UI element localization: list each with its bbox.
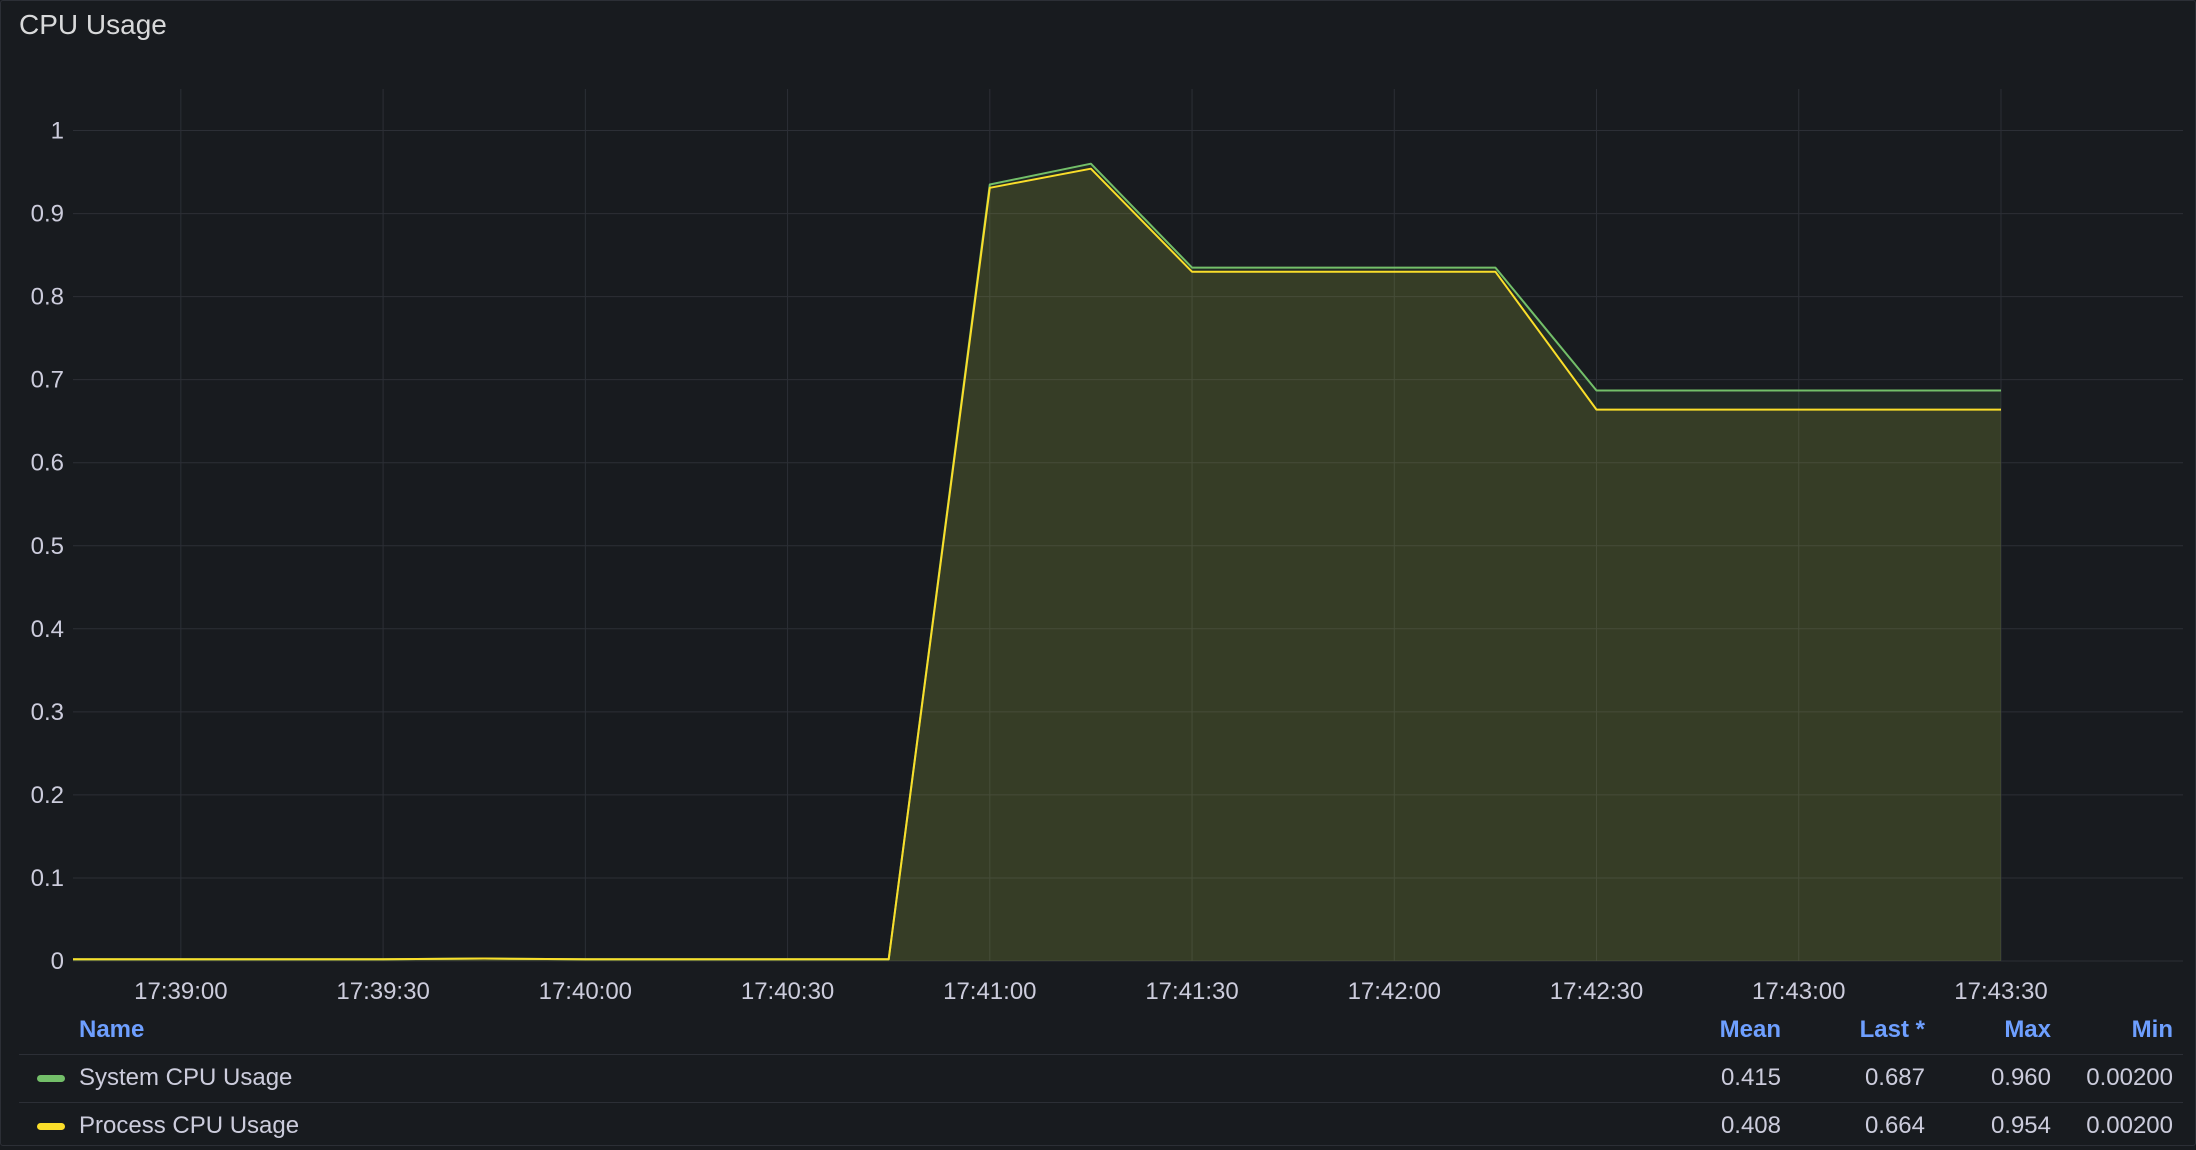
legend-header-mean[interactable]: Mean [1720, 1009, 1781, 1051]
x-tick-label: 17:40:30 [741, 978, 834, 1001]
x-tick-label: 17:41:00 [943, 978, 1036, 1001]
x-tick-label: 17:42:30 [1550, 978, 1643, 1001]
y-tick-label: 1 [51, 118, 64, 145]
x-tick-label: 17:43:00 [1752, 978, 1845, 1001]
x-axis-labels: 17:39:00 17:39:30 17:40:00 17:40:30 17:41:00… [134, 978, 2048, 1001]
chart-areas [73, 163, 2001, 961]
y-axis-labels: 0 0.1 0.2 0.3 0.4 0.5 0.6 0.7 0.8 0.9 1 [31, 118, 64, 975]
y-tick-label: 0.9 [31, 201, 64, 228]
legend-value-min: 0.00200 [2086, 1064, 2173, 1091]
legend-color-swatch [37, 1075, 65, 1082]
legend-series-name[interactable]: System CPU Usage [79, 1055, 292, 1101]
legend-row-process-cpu[interactable]: Process CPU Usage 0.408 0.664 0.954 0.00… [19, 1103, 2183, 1150]
legend-header-name[interactable]: Name [79, 1009, 144, 1051]
legend-header-max[interactable]: Max [2004, 1009, 2051, 1051]
y-tick-label: 0 [51, 948, 64, 975]
cpu-usage-chart[interactable]: 00.10.20.30.40.50.60.70.80.91 17:39:00 17… [1, 1, 2195, 1001]
y-tick-label: 0.4 [31, 616, 64, 643]
cpu-usage-panel: CPU Usage 0 0.1 0.2 0.3 0.4 0.5 0.6 0.7 0.8 0.9 1 … [0, 0, 2196, 1146]
legend-color-swatch [37, 1123, 65, 1130]
series-area-process-cpu [73, 168, 2001, 961]
y-tick-label: 0.7 [31, 367, 64, 394]
legend-header-min[interactable]: Min [2132, 1009, 2173, 1051]
y-tick-label: 0.5 [31, 533, 64, 560]
legend-value-last: 0.687 [1864, 1064, 1925, 1091]
y-tick-label: 0.6 [31, 450, 64, 477]
y-tick-label: 0.2 [31, 782, 64, 809]
y-tick-label: 0.1 [31, 865, 64, 892]
x-tick-label: 17:43:30 [1954, 978, 2047, 1001]
legend-series-name[interactable]: Process CPU Usage [79, 1103, 299, 1149]
legend-value-last: 0.664 [1864, 1112, 1925, 1139]
legend-value-mean: 0.415 [1720, 1064, 1781, 1091]
legend-value-max: 0.960 [1990, 1064, 2051, 1091]
legend-header-row: Name Mean Last * Max Min [19, 1009, 2183, 1055]
y-tick-label: 0.3 [31, 699, 64, 726]
legend-value-max: 0.954 [1990, 1112, 2051, 1139]
x-tick-label: 17:42:00 [1348, 978, 1441, 1001]
legend-row-system-cpu[interactable]: System CPU Usage 0.415 0.687 0.960 0.002… [19, 1055, 2183, 1103]
x-tick-label: 17:39:30 [336, 978, 429, 1001]
y-tick-label: 0.8 [31, 284, 64, 311]
x-tick-label: 17:40:00 [539, 978, 632, 1001]
legend-value-mean: 0.408 [1720, 1112, 1781, 1139]
x-tick-label: 17:39:00 [134, 978, 227, 1001]
x-tick-label: 17:41:30 [1145, 978, 1238, 1001]
legend-value-min: 0.00200 [2086, 1112, 2173, 1139]
legend-table: Name Mean Last * Max Min System CPU Usag… [19, 1009, 2183, 1150]
legend-header-last[interactable]: Last * [1860, 1009, 1925, 1051]
